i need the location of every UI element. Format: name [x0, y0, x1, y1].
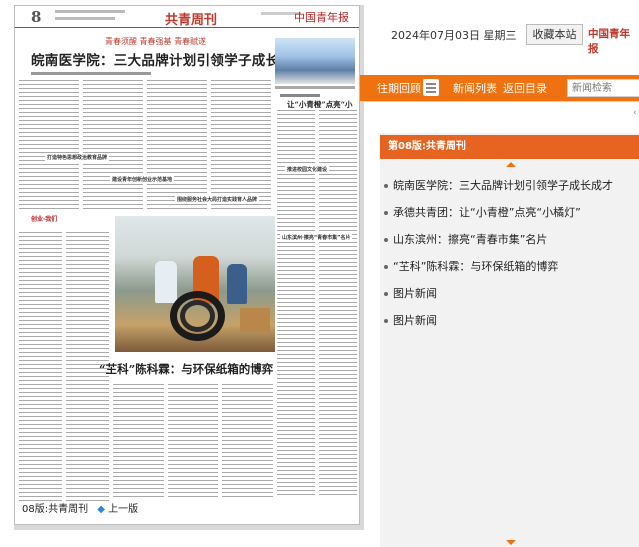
bullet-icon	[384, 292, 388, 296]
section-title: 山东滨州·擦亮“青春市集”名片	[280, 234, 353, 241]
article-list-item[interactable]: “芏科”陈科霖：与环保纸箱的博弈	[384, 253, 639, 280]
bookmark-button[interactable]: 收藏本站	[526, 24, 583, 45]
date-display: 2024年07月03日 星期三	[391, 29, 517, 42]
photo-caption	[275, 86, 355, 89]
article-list: 皖南医学院：三大品牌计划引领学子成长成才 承德共青团：让“小青橙”点亮“小橘灯”…	[384, 172, 639, 334]
article-link-label[interactable]: 图片新闻	[393, 287, 437, 300]
scroll-up-arrow-icon[interactable]	[506, 162, 516, 167]
article-list-item[interactable]: 皖南医学院：三大品牌计划引领学子成长成才	[384, 172, 639, 199]
bullet-icon	[384, 211, 388, 215]
bullet-icon	[384, 319, 388, 323]
sub-kicker	[280, 94, 320, 97]
bullet-icon	[384, 265, 388, 269]
article-link-label[interactable]: “芏科”陈科霖：与环保纸箱的博弈	[393, 260, 558, 273]
nav-back-to-contents[interactable]: 返回目录	[503, 80, 547, 96]
newspaper-page-image[interactable]: 8 共青周刊 中国青年报 青春须醒 青春强基 青春赋遂 皖南医学院：三大品牌计划…	[14, 5, 360, 525]
article-link-label[interactable]: 图片新闻	[393, 314, 437, 327]
byline	[31, 72, 151, 75]
news-search-input[interactable]	[567, 79, 639, 97]
article-list-item[interactable]: 图片新闻	[384, 280, 639, 307]
article-body-4[interactable]	[113, 384, 274, 499]
section-title: 打造特色思想政治教育品牌	[45, 154, 110, 161]
calendar-grid-icon[interactable]	[423, 79, 439, 96]
nav-news-list[interactable]: 新闻列表	[453, 80, 497, 96]
top-photo[interactable]	[275, 38, 355, 84]
prev-page-link[interactable]: 上一版	[108, 504, 138, 515]
article-body-1[interactable]	[19, 80, 271, 210]
bullet-icon	[384, 184, 388, 188]
article-body-3[interactable]	[19, 232, 109, 502]
header-text-line	[55, 17, 115, 20]
article-link-label[interactable]: 皖南医学院：三大品牌计划引领学子成长成才	[393, 179, 613, 192]
side-kicker: 创业·我们	[31, 216, 58, 223]
brand-logo[interactable]: 中国青年报	[588, 26, 639, 56]
article-headline-1[interactable]: 皖南医学院：三大品牌计划引领学子成长成才	[31, 49, 307, 69]
page-number: 8	[31, 8, 42, 26]
article-list-item[interactable]: 山东滨州：擦亮“青春市集”名片	[384, 226, 639, 253]
article-list-item[interactable]: 承德共青团：让“小青橙”点亮“小橘灯”	[384, 199, 639, 226]
article-link-label[interactable]: 承德共青团：让“小青橙”点亮“小橘灯”	[393, 206, 581, 219]
article-list-item[interactable]: 图片新闻	[384, 307, 639, 334]
page-footer: 08版:共青周刊 ◆ 上一版	[22, 500, 138, 515]
section-title: 围绕服务社会大局打造实践育人品牌	[175, 196, 260, 203]
header-text-line	[55, 10, 125, 13]
main-photo[interactable]	[115, 216, 275, 352]
headline-slogan: 青春须醒 青春强基 青春赋遂	[105, 37, 207, 46]
nav-divider	[360, 101, 639, 102]
section-title: 建设青年创新创业示范基地	[110, 176, 175, 183]
column-name: 共青周刊	[165, 13, 218, 28]
scroll-down-arrow-icon[interactable]	[506, 540, 516, 545]
nav-bar: 往期回顾 新闻列表 返回目录	[360, 75, 639, 101]
article-headline-3[interactable]: “芏科”陈科霖：与环保纸箱的博弈	[99, 361, 273, 377]
diamond-icon: ◆	[97, 504, 105, 515]
scroll-arrow-icon[interactable]: ‹	[633, 108, 637, 118]
section-tab[interactable]: 第08版:共青周刊	[380, 135, 639, 159]
page-header-strip: 8 共青周刊 中国青年报	[15, 6, 359, 28]
footer-section-label: 08版:共青周刊	[22, 504, 89, 515]
section-title: 推进校园文化建设	[285, 166, 330, 173]
article-link-label[interactable]: 山东滨州：擦亮“青春市集”名片	[393, 233, 547, 246]
masthead-logo: 中国青年报	[294, 11, 349, 24]
nav-past-review[interactable]: 往期回顾	[377, 80, 421, 96]
bullet-icon	[384, 238, 388, 242]
